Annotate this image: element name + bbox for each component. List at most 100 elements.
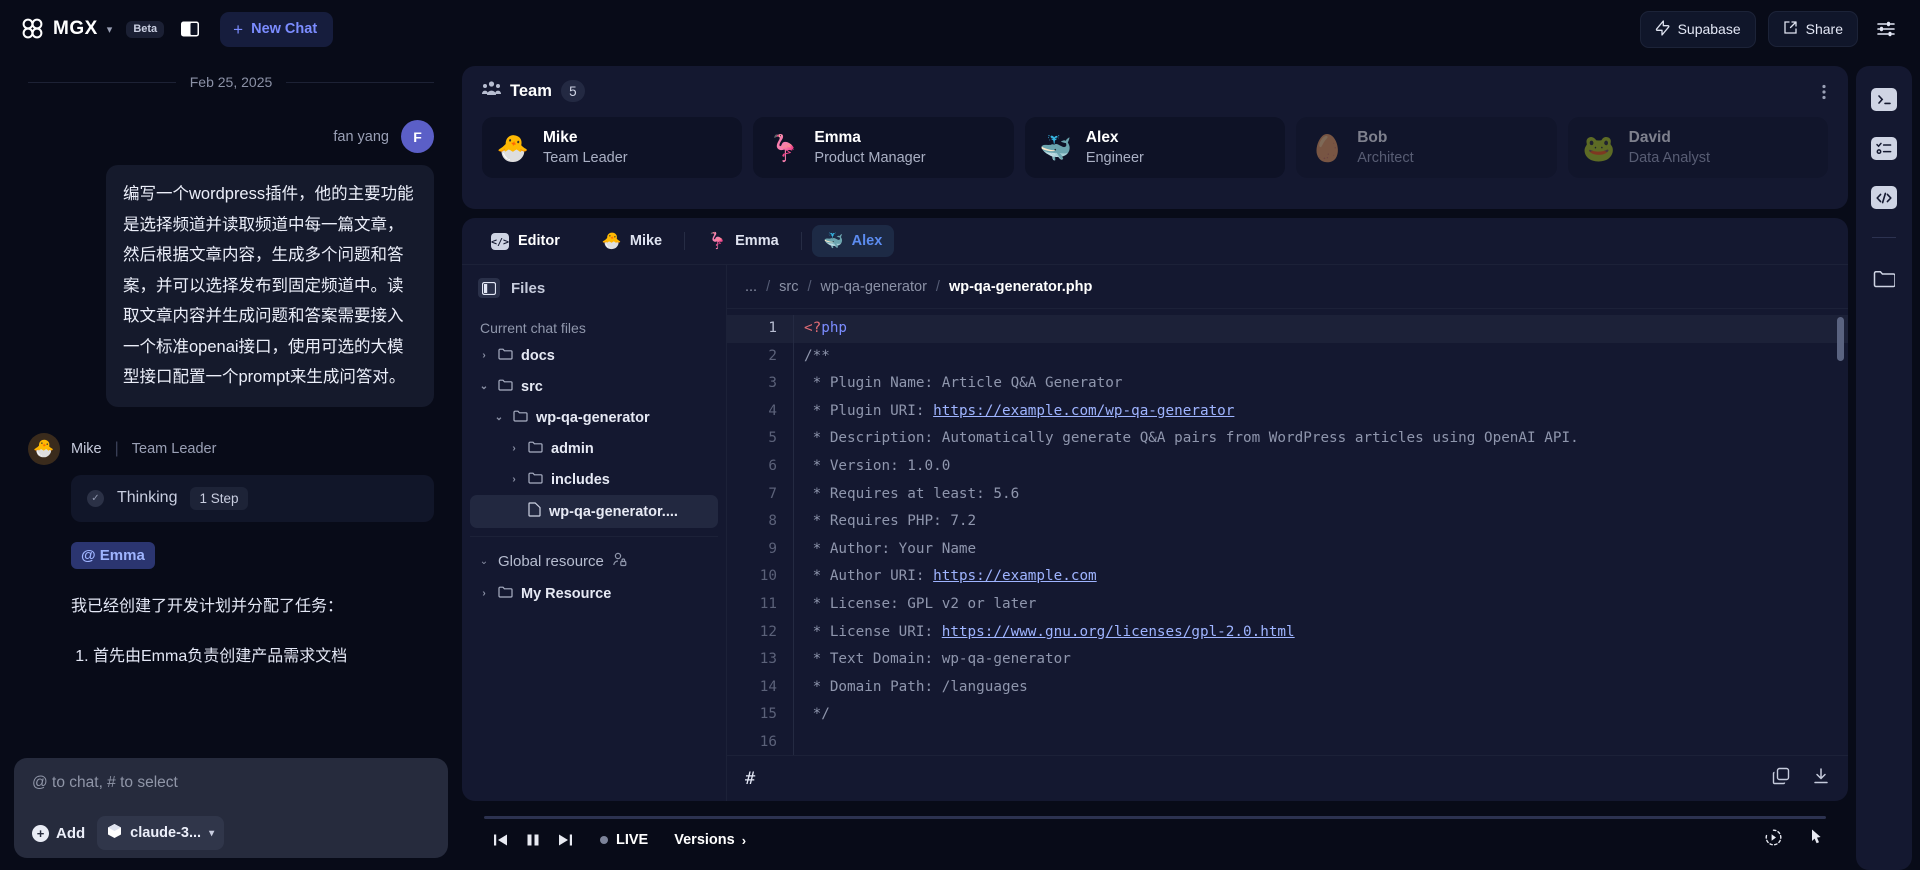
line-content: * License URI: https://www.gnu.org/licen… [793,618,1295,647]
code-pane: ... / src / wp-qa-generator / wp-qa-gene… [727,265,1848,801]
supabase-button[interactable]: Supabase [1639,10,1756,48]
code-link[interactable]: https://www.gnu.org/licenses/gpl-2.0.htm… [942,624,1295,640]
line-content: /** [793,342,830,371]
agent-message: 🐣 Mike | Team Leader ✓ Thinking 1 Step @… [28,432,434,666]
versions-button[interactable]: Versions › [674,832,746,848]
code-icon[interactable] [1871,186,1897,209]
chat-input[interactable] [32,774,430,792]
tree-node-label: includes [551,471,610,488]
team-member-emma[interactable]: 🦩 Emma Product Manager [753,117,1014,178]
tab-mike[interactable]: 🐣 Mike [590,225,674,257]
tree-node-wp-qa-generator[interactable]: ⌄ wp-qa-generator [470,402,718,433]
breadcrumb-item-1[interactable]: src [779,279,798,295]
breadcrumb-separator: / [807,278,812,295]
tab-emma[interactable]: 🦩 Emma [695,225,791,257]
click-pointer-icon[interactable] [1809,828,1826,852]
date-separator: Feb 25, 2025 [28,74,434,90]
code-editor[interactable]: 1 <?php 2 /** 3 * Plugin Name: Article Q&A… [727,309,1848,755]
model-selector[interactable]: claude-3... ▾ [97,816,225,850]
code-link[interactable]: https://example.com/wp-qa-generator [933,403,1234,419]
file-tree-section-label: Current chat files [480,320,586,336]
line-number: 16 [759,733,777,750]
tree-node-wp-qa-generator-php[interactable]: › wp-qa-generator.... [470,495,718,528]
line-number: 13 [759,651,777,668]
code-lines: 1 <?php 2 /** 3 * Plugin Name: Article Q&A… [727,309,1848,755]
line-number: 15 [759,706,777,723]
skip-back-button[interactable] [484,826,517,854]
tasklist-icon[interactable] [1871,137,1897,160]
team-member-mike[interactable]: 🐣 Mike Team Leader [482,117,743,178]
breadcrumb-item-3[interactable]: wp-qa-generator.php [949,279,1092,295]
new-chat-button[interactable]: + New Chat [220,11,334,47]
breadcrumb-item-0[interactable]: ... [745,279,757,295]
tree-node-src[interactable]: ⌄ src [470,371,718,402]
file-explorer-title: Files [511,279,546,297]
pause-button[interactable] [517,826,549,854]
brand-logo[interactable]: MGX ▾ [20,16,112,42]
chat-scroll-area[interactable]: Feb 25, 2025 fan yang F 编写一个wordpress插件，… [0,58,462,870]
tab-editor[interactable]: </> Editor [478,225,572,257]
global-resource-header[interactable]: ⌄ Global resource [470,545,718,578]
breadcrumb-item-2[interactable]: wp-qa-generator [821,279,927,295]
team-member-david[interactable]: 🐸 David Data Analyst [1567,117,1829,178]
thinking-block[interactable]: ✓ Thinking 1 Step [71,474,434,522]
code-link[interactable]: https://example.com [933,568,1097,584]
user-lock-icon [612,552,627,571]
date-separator-label: Feb 25, 2025 [189,74,273,90]
download-icon[interactable] [1812,767,1830,790]
breadcrumb: ... / src / wp-qa-generator / wp-qa-gene… [727,265,1848,309]
live-indicator[interactable]: LIVE [600,832,648,848]
share-button[interactable]: Share [1767,11,1858,47]
code-line: 3 * Plugin Name: Article Q&A Generator [727,370,1848,398]
team-member-alex[interactable]: 🐳 Alex Engineer [1024,117,1286,178]
settings-sliders-icon[interactable] [1870,14,1902,44]
team-member-bob[interactable]: 🥚 Bob Architect [1296,117,1557,178]
team-count-badge: 5 [560,80,585,102]
line-content: * Version: 1.0.0 [793,452,950,481]
add-button[interactable]: + Add [32,824,85,842]
code-line: 12 * License URI: https://www.gnu.org/li… [727,618,1848,647]
file-tree[interactable]: Current chat files › docs ⌄ src ⌄ wp-qa-… [462,311,726,801]
code-icon: </> [490,231,510,251]
chat-composer[interactable]: + Add claude-3... ▾ [14,758,448,858]
list-item: 首先由Emma负责创建产品需求文档 [93,642,434,666]
code-line: 1 <?php [727,315,1848,343]
line-number: 5 [768,430,777,447]
line-number: 14 [759,678,777,695]
line-text: * License URI: [804,623,942,640]
member-avatar-icon: 🐸 [1582,132,1615,163]
tree-node-docs[interactable]: › docs [470,340,718,371]
user-name: fan yang [333,128,389,145]
plus-icon: + [32,824,49,842]
folder-icon[interactable] [1871,266,1897,290]
chevron-right-icon: › [482,350,486,361]
tab-alex[interactable]: 🐳 Alex [811,225,895,257]
terminal-icon[interactable] [1871,88,1897,111]
tree-node-my-resource[interactable]: › My Resource [470,578,718,609]
line-content: * Author URI: https://example.com [793,563,1097,591]
line-number: 12 [759,623,777,640]
chevron-down-icon[interactable]: ▾ [107,23,113,36]
timeline-track[interactable] [484,816,1826,819]
folder-icon [528,471,543,488]
tree-node-includes[interactable]: › includes [470,464,718,495]
mention-chip[interactable]: @ Emma [71,541,155,569]
mgx-logo-icon [20,16,46,42]
avatar[interactable]: F [401,120,434,153]
line-content: * License: GPL v2 or later [793,590,1036,619]
tree-node-admin[interactable]: › admin [470,433,718,464]
agent-name: Mike [71,440,102,457]
panel-collapse-icon[interactable] [478,278,500,298]
member-role: Architect [1357,150,1414,166]
history-icon[interactable] [1764,828,1783,852]
sidebar-toggle-icon[interactable] [180,20,200,38]
code-scrollbar-thumb[interactable] [1837,317,1844,361]
divider [1872,237,1896,238]
copy-icon[interactable] [1772,767,1790,790]
agent-avatar[interactable]: 🐣 [28,432,60,465]
workspace-column: Team 5 🐣 Mike Team Leader 🦩 Emma Product… [462,58,1856,870]
skip-forward-button[interactable] [549,826,582,854]
file-explorer-header: Files [462,265,726,311]
line-number: 9 [768,540,777,557]
team-more-icon[interactable] [1818,80,1830,109]
